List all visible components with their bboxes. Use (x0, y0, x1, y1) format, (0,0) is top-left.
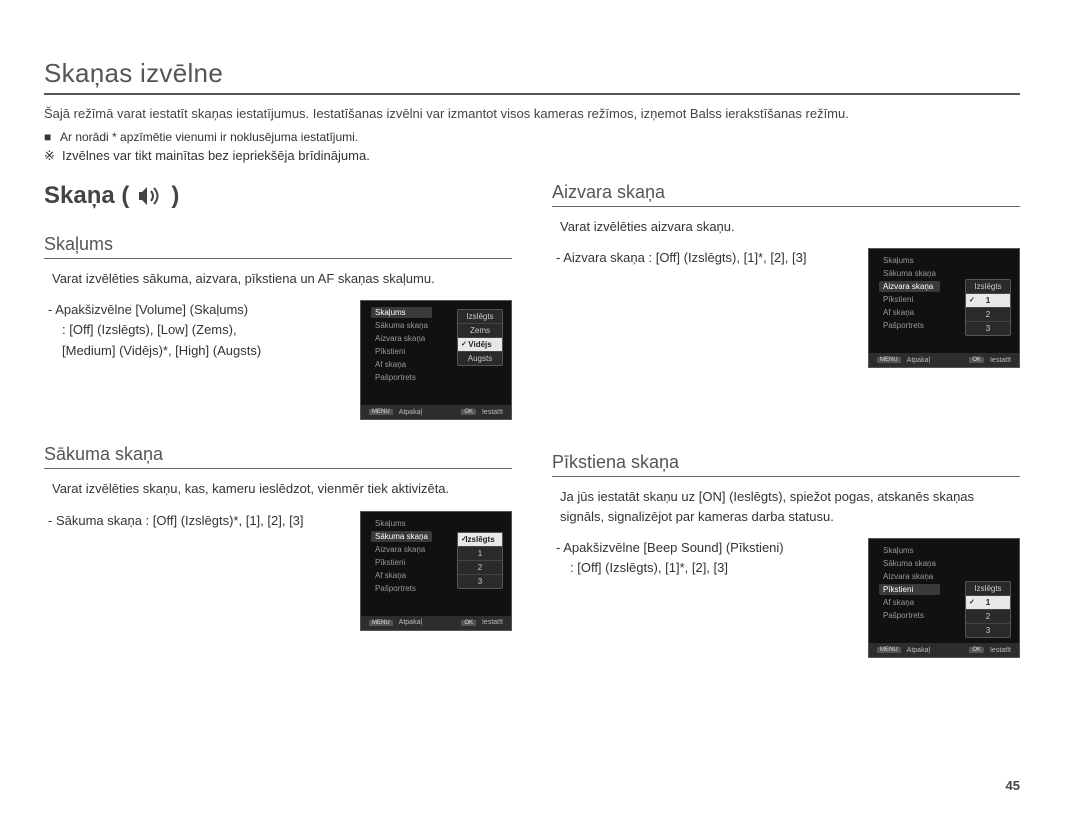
page-number: 45 (1006, 778, 1020, 793)
note-defaults-text: Ar norādi * apzīmētie vienumi ir noklusē… (60, 130, 358, 144)
ui-menu-item: Skaļums (371, 307, 432, 318)
ui-menu-item: Pīkstieni (879, 294, 940, 305)
aizvara-desc: Varat izvēlēties aizvara skaņu. (560, 217, 1020, 237)
ui-foot-back: Atpakaļ (399, 619, 422, 626)
ui-menu-item: Af skaņa (371, 570, 432, 581)
ui-menu-item: Af skaņa (879, 307, 940, 318)
ui-box-item: Zems (458, 324, 502, 338)
ui-foot-set: Iestatīt (990, 357, 1011, 364)
sakuma-options: - Sākuma skaņa : [Off] (Izslēgts)*, [1],… (52, 511, 346, 531)
ui-box-item: Augsts (458, 352, 502, 365)
note-disclaimer-text: Izvēlnes var tikt mainītas bez iepriekšē… (62, 148, 370, 164)
section-skana-heading: Skaņa ( ) (44, 182, 512, 210)
ui-box-item: 3 (458, 575, 502, 588)
ui-menu-item: Pašportrets (879, 610, 940, 621)
ui-menu-item: Pašportrets (371, 583, 432, 594)
skalums-opt-line2: : [Off] (Izslēgts), [Low] (Zems), (62, 320, 346, 340)
ui-box-item: Izslēgts (458, 533, 502, 547)
note-defaults: ■ Ar norādi * apzīmētie vienumi ir noklu… (44, 130, 1020, 144)
ui-foot-back: Atpakaļ (907, 357, 930, 364)
ui-menu-item: Sākuma skaņa (879, 268, 940, 279)
pikstiena-desc: Ja jūs iestatāt skaņu uz [ON] (Ieslēgts)… (560, 487, 1020, 526)
ui-menu-item: Aizvara skaņa (371, 544, 432, 555)
ui-menu-item: Af skaņa (371, 359, 432, 370)
ui-menu-item: Skaļums (879, 255, 940, 266)
right-column: Aizvara skaņa Varat izvēlēties aizvara s… (552, 182, 1020, 683)
aizvara-options: - Aizvara skaņa : [Off] (Izslēgts), [1]*… (560, 248, 854, 268)
ui-menu-item: Pīkstieni (879, 584, 940, 595)
skalums-desc: Varat izvēlēties sākuma, aizvara, pīksti… (52, 269, 512, 289)
ui-box-item: 1 (458, 547, 502, 561)
skalums-opt-line3: [Medium] (Vidējs)*, [High] (Augsts) (62, 341, 346, 361)
ui-foot-ok-tag: OK (461, 620, 476, 626)
ui-menu-item: Sākuma skaņa (371, 320, 432, 331)
sakuma-desc: Varat izvēlēties skaņu, kas, kameru iesl… (52, 479, 512, 499)
ui-foot-set: Iestatīt (482, 409, 503, 416)
ui-box-item: 2 (458, 561, 502, 575)
ui-box-item: Izslēgts (966, 582, 1010, 596)
aizvara-heading: Aizvara skaņa (552, 182, 1020, 207)
pikstiena-opt-line1: - Apakšizvēlne [Beep Sound] (Pīkstieni) (556, 538, 854, 558)
page-title: Skaņas izvēlne (44, 58, 1020, 95)
ui-menu-item: Aizvara skaņa (371, 333, 432, 344)
ui-menu-item: Aizvara skaņa (879, 571, 940, 582)
ui-foot-back: Atpakaļ (399, 409, 422, 416)
ui-menu-item: Pīkstieni (371, 346, 432, 357)
ui-foot-ok-tag: OK (461, 409, 476, 415)
ui-menu-item: Pīkstieni (371, 557, 432, 568)
ui-menu-item: Skaļums (371, 518, 432, 529)
ui-box-item: Vidējs (458, 338, 502, 352)
ui-menu-item: Aizvara skaņa (879, 281, 940, 292)
speaker-icon (137, 185, 163, 207)
ui-foot-back: Atpakaļ (907, 647, 930, 654)
intro-text: Šajā režīmā varat iestatīt skaņas iestat… (44, 105, 1020, 124)
pikstiena-heading: Pīkstiena skaņa (552, 452, 1020, 477)
ui-foot-menu-tag: MENU (369, 620, 393, 626)
ui-menu-item: Sākuma skaņa (371, 531, 432, 542)
ui-menu-item: Pašportrets (879, 320, 940, 331)
skalums-opt-line1: - Apakšizvēlne [Volume] (Skaļums) (48, 300, 346, 320)
sakuma-ui-mock: Skaļums Sākuma skaņa Aizvara skaņa Pīkst… (360, 511, 512, 631)
ui-menu-item: Sākuma skaņa (879, 558, 940, 569)
left-column: Skaņa ( ) Skaļums Varat izvēlēties sākum… (44, 182, 512, 683)
skana-title-close: ) (171, 182, 179, 210)
ui-box-item: 2 (966, 610, 1010, 624)
ui-foot-set: Iestatīt (990, 647, 1011, 654)
ui-menu-item: Skaļums (879, 545, 940, 556)
ui-foot-ok-tag: OK (969, 647, 984, 653)
ui-foot-menu-tag: MENU (877, 647, 901, 653)
note-disclaimer: ※ Izvēlnes var tikt mainītas bez iepriek… (44, 148, 1020, 164)
pikstiena-ui-mock: Skaļums Sākuma skaņa Aizvara skaņa Pīkst… (868, 538, 1020, 658)
ui-foot-ok-tag: OK (969, 357, 984, 363)
ui-box-item: 3 (966, 322, 1010, 335)
skalums-ui-mock: Skaļums Sākuma skaņa Aizvara skaņa Pīkst… (360, 300, 512, 420)
ui-box-item: Izslēgts (458, 310, 502, 324)
sakuma-opt-line: - Sākuma skaņa : [Off] (Izslēgts)*, [1],… (48, 511, 346, 531)
sakuma-heading: Sākuma skaņa (44, 444, 512, 469)
aizvara-opt-line: - Aizvara skaņa : [Off] (Izslēgts), [1]*… (556, 248, 854, 268)
ui-foot-set: Iestatīt (482, 619, 503, 626)
ui-foot-menu-tag: MENU (369, 409, 393, 415)
skana-title-open: Skaņa ( (44, 182, 129, 210)
ui-box-item: 1 (966, 596, 1010, 610)
aizvara-ui-mock: Skaļums Sākuma skaņa Aizvara skaņa Pīkst… (868, 248, 1020, 368)
ui-menu-item: Pašportrets (371, 372, 432, 383)
skalums-heading: Skaļums (44, 234, 512, 259)
ui-box-item: Izslēgts (966, 280, 1010, 294)
ui-box-item: 1 (966, 294, 1010, 308)
ui-menu-item: Af skaņa (879, 597, 940, 608)
pikstiena-opt-line2: : [Off] (Izslēgts), [1]*, [2], [3] (570, 558, 854, 578)
skalums-options: - Apakšizvēlne [Volume] (Skaļums) : [Off… (52, 300, 346, 360)
ui-box-item: 2 (966, 308, 1010, 322)
pikstiena-options: - Apakšizvēlne [Beep Sound] (Pīkstieni) … (560, 538, 854, 578)
square-bullet-icon: ■ (44, 130, 60, 144)
ui-box-item: 3 (966, 624, 1010, 637)
ui-foot-menu-tag: MENU (877, 357, 901, 363)
reference-mark-icon: ※ (44, 148, 62, 164)
